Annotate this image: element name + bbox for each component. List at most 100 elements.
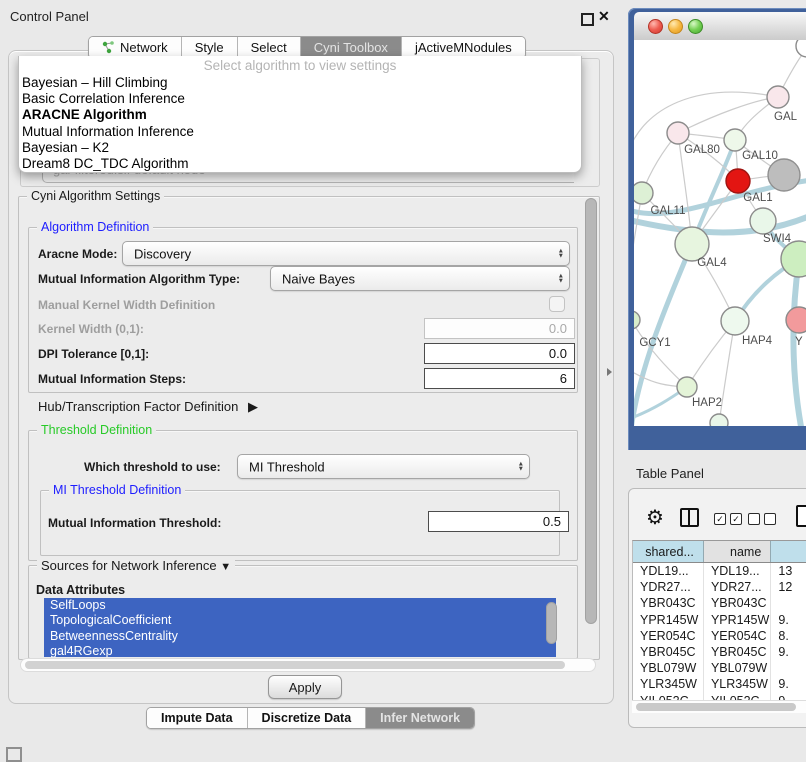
panel-divider-handle[interactable] [607, 368, 612, 376]
settings-group-title: Cyni Algorithm Settings [27, 189, 164, 203]
table-row[interactable]: YDR27...YDR27...12 [633, 579, 806, 595]
network-node-gal4[interactable] [675, 227, 709, 261]
tab-network[interactable]: Network [89, 37, 181, 58]
settings-scrollbar[interactable] [584, 198, 596, 654]
settings-hscrollbar-thumb[interactable] [25, 661, 565, 669]
tab-style[interactable]: Style [181, 37, 237, 58]
dropdown-item[interactable]: ARACNE Algorithm [19, 107, 581, 123]
table-header-row: shared...name [633, 541, 806, 563]
table-hscrollbar-thumb[interactable] [636, 703, 796, 711]
dropdown-item[interactable]: Bayesian – Hill Climbing [19, 75, 581, 91]
minimize-traffic-light-icon[interactable] [668, 19, 683, 34]
close-traffic-light-icon[interactable] [648, 19, 663, 34]
settings-hscrollbar[interactable] [20, 658, 596, 672]
network-node-gcy1[interactable] [634, 311, 640, 329]
dropdown-item[interactable]: Basic Correlation Inference [19, 91, 581, 107]
mi-type-select[interactable]: Naive Bayes ▲▼ [270, 266, 570, 291]
network-node-gal80[interactable] [667, 122, 689, 144]
table-panel-title: Table Panel [636, 466, 704, 481]
dropdown-item[interactable]: Bayesian – K2 [19, 140, 581, 156]
data-attribute-item-selected[interactable]: SelfLoops [44, 598, 556, 613]
table-cell: 9. [771, 612, 806, 628]
dropdown-prompt: Select algorithm to view settings [19, 56, 581, 75]
node-attribute-table[interactable]: shared...name YDL19...YDL19...13YDR27...… [632, 540, 806, 713]
data-attributes-label: Data Attributes [36, 583, 125, 597]
data-attributes-list[interactable]: SelfLoopsTopologicalCoefficientBetweenne… [44, 598, 556, 657]
dpi-tolerance-input[interactable]: 0.0 [424, 343, 575, 364]
tab-select[interactable]: Select [237, 37, 300, 58]
network-node[interactable] [796, 40, 806, 57]
tab-jactivemnodules[interactable]: jActiveMNodules [401, 37, 525, 58]
network-node-hap2[interactable] [677, 377, 697, 397]
zoom-traffic-light-icon[interactable] [688, 19, 703, 34]
network-node-gal1[interactable] [726, 169, 750, 193]
data-attribute-item-selected[interactable]: BetweennessCentrality [44, 629, 556, 644]
network-node[interactable] [710, 414, 728, 426]
unchecked-columns-icon[interactable] [748, 513, 776, 525]
network-node-label: SWI4 [763, 233, 792, 245]
table-row[interactable]: YBR045CYBR045C9. [633, 644, 806, 660]
table-cell: 12 [771, 579, 806, 595]
mi-steps-input[interactable]: 6 [424, 368, 575, 389]
table-cell: YBR043C [633, 595, 704, 611]
network-view-canvas[interactable]: GALGAL80GAL10GAL1GAL11GAL4SWI4GCY1HAP4YH… [634, 40, 806, 426]
network-node-swi4[interactable] [750, 208, 776, 234]
close-window-icon[interactable]: ✕ [598, 8, 610, 25]
table-row[interactable]: YLR345WYLR345W9. [633, 676, 806, 692]
network-node-hap4[interactable] [721, 307, 749, 335]
network-window-titlebar[interactable] [634, 12, 806, 41]
aracne-mode-select[interactable]: Discovery ▲▼ [122, 241, 570, 266]
table-cell: 13 [771, 563, 806, 579]
tab-infer-network[interactable]: Infer Network [365, 708, 474, 728]
tab-cyni-toolbox[interactable]: Cyni Toolbox [300, 37, 401, 58]
mi-steps-label: Mutual Information Steps: [38, 372, 186, 386]
aracne-mode-label: Aracne Mode: [38, 247, 117, 261]
network-node-label: GAL1 [743, 192, 772, 204]
table-column-header[interactable]: shared... [633, 541, 704, 562]
data-attribute-item-selected[interactable]: gal4RGexp [44, 644, 556, 657]
network-node-y[interactable] [786, 307, 806, 333]
table-cell: YLR345W [633, 676, 704, 692]
table-row[interactable]: YBL079WYBL079W [633, 660, 806, 676]
tab-impute-data[interactable]: Impute Data [147, 708, 247, 728]
mi-threshold-input[interactable]: 0.5 [428, 511, 569, 532]
sources-group-title: Sources for Network Inference ▼ [37, 558, 235, 573]
hub-definition-expander[interactable]: Hub/Transcription Factor Definition ▶ [38, 399, 258, 415]
expander-right-arrow-icon[interactable]: ▶ [248, 399, 258, 414]
collapsed-panel-icon[interactable] [6, 747, 22, 762]
network-node[interactable] [768, 159, 800, 191]
which-threshold-select[interactable]: MI Threshold ▲▼ [237, 454, 530, 479]
tab-discretize-data[interactable]: Discretize Data [247, 708, 366, 728]
table-cell: YBL079W [633, 660, 704, 676]
table-column-header[interactable]: name [704, 541, 771, 562]
tab-label: Select [251, 40, 287, 55]
document-icon[interactable] [796, 505, 806, 527]
table-cell [771, 595, 806, 611]
attributes-scrollbar[interactable] [546, 600, 556, 655]
table-row[interactable]: YER054CYER054C8. [633, 628, 806, 644]
gear-icon[interactable]: ⚙ [646, 505, 664, 530]
network-node-gal11[interactable] [634, 182, 653, 204]
checked-columns-icon[interactable]: ✓ ✓ [714, 513, 742, 525]
float-window-icon[interactable] [581, 13, 594, 26]
table-column-header[interactable] [771, 541, 806, 562]
table-cell: YDR27... [633, 579, 704, 595]
manual-kernel-checkbox[interactable] [549, 296, 565, 312]
table-cell: 9. [771, 644, 806, 660]
columns-icon[interactable] [680, 508, 699, 527]
expander-down-arrow-icon[interactable]: ▼ [220, 561, 231, 573]
attributes-scrollbar-thumb[interactable] [546, 602, 557, 644]
network-node-gal[interactable] [767, 86, 789, 108]
dropdown-item[interactable]: Dream8 DC_TDC Algorithm [19, 156, 581, 172]
mi-threshold-label: Mutual Information Threshold: [48, 516, 221, 530]
table-row[interactable]: YBR043CYBR043C [633, 595, 806, 611]
table-row[interactable]: YDL19...YDL19...13 [633, 563, 806, 579]
table-hscrollbar[interactable] [632, 700, 806, 713]
dropdown-item[interactable]: Mutual Information Inference [19, 124, 581, 140]
kernel-width-input[interactable]: 0.0 [424, 318, 575, 339]
data-attribute-item-selected[interactable]: TopologicalCoefficient [44, 613, 556, 628]
table-row[interactable]: YPR145WYPR145W9. [633, 612, 806, 628]
network-node-gal10[interactable] [724, 129, 746, 151]
settings-scrollbar-thumb[interactable] [585, 198, 597, 624]
apply-button[interactable]: Apply [268, 675, 342, 699]
